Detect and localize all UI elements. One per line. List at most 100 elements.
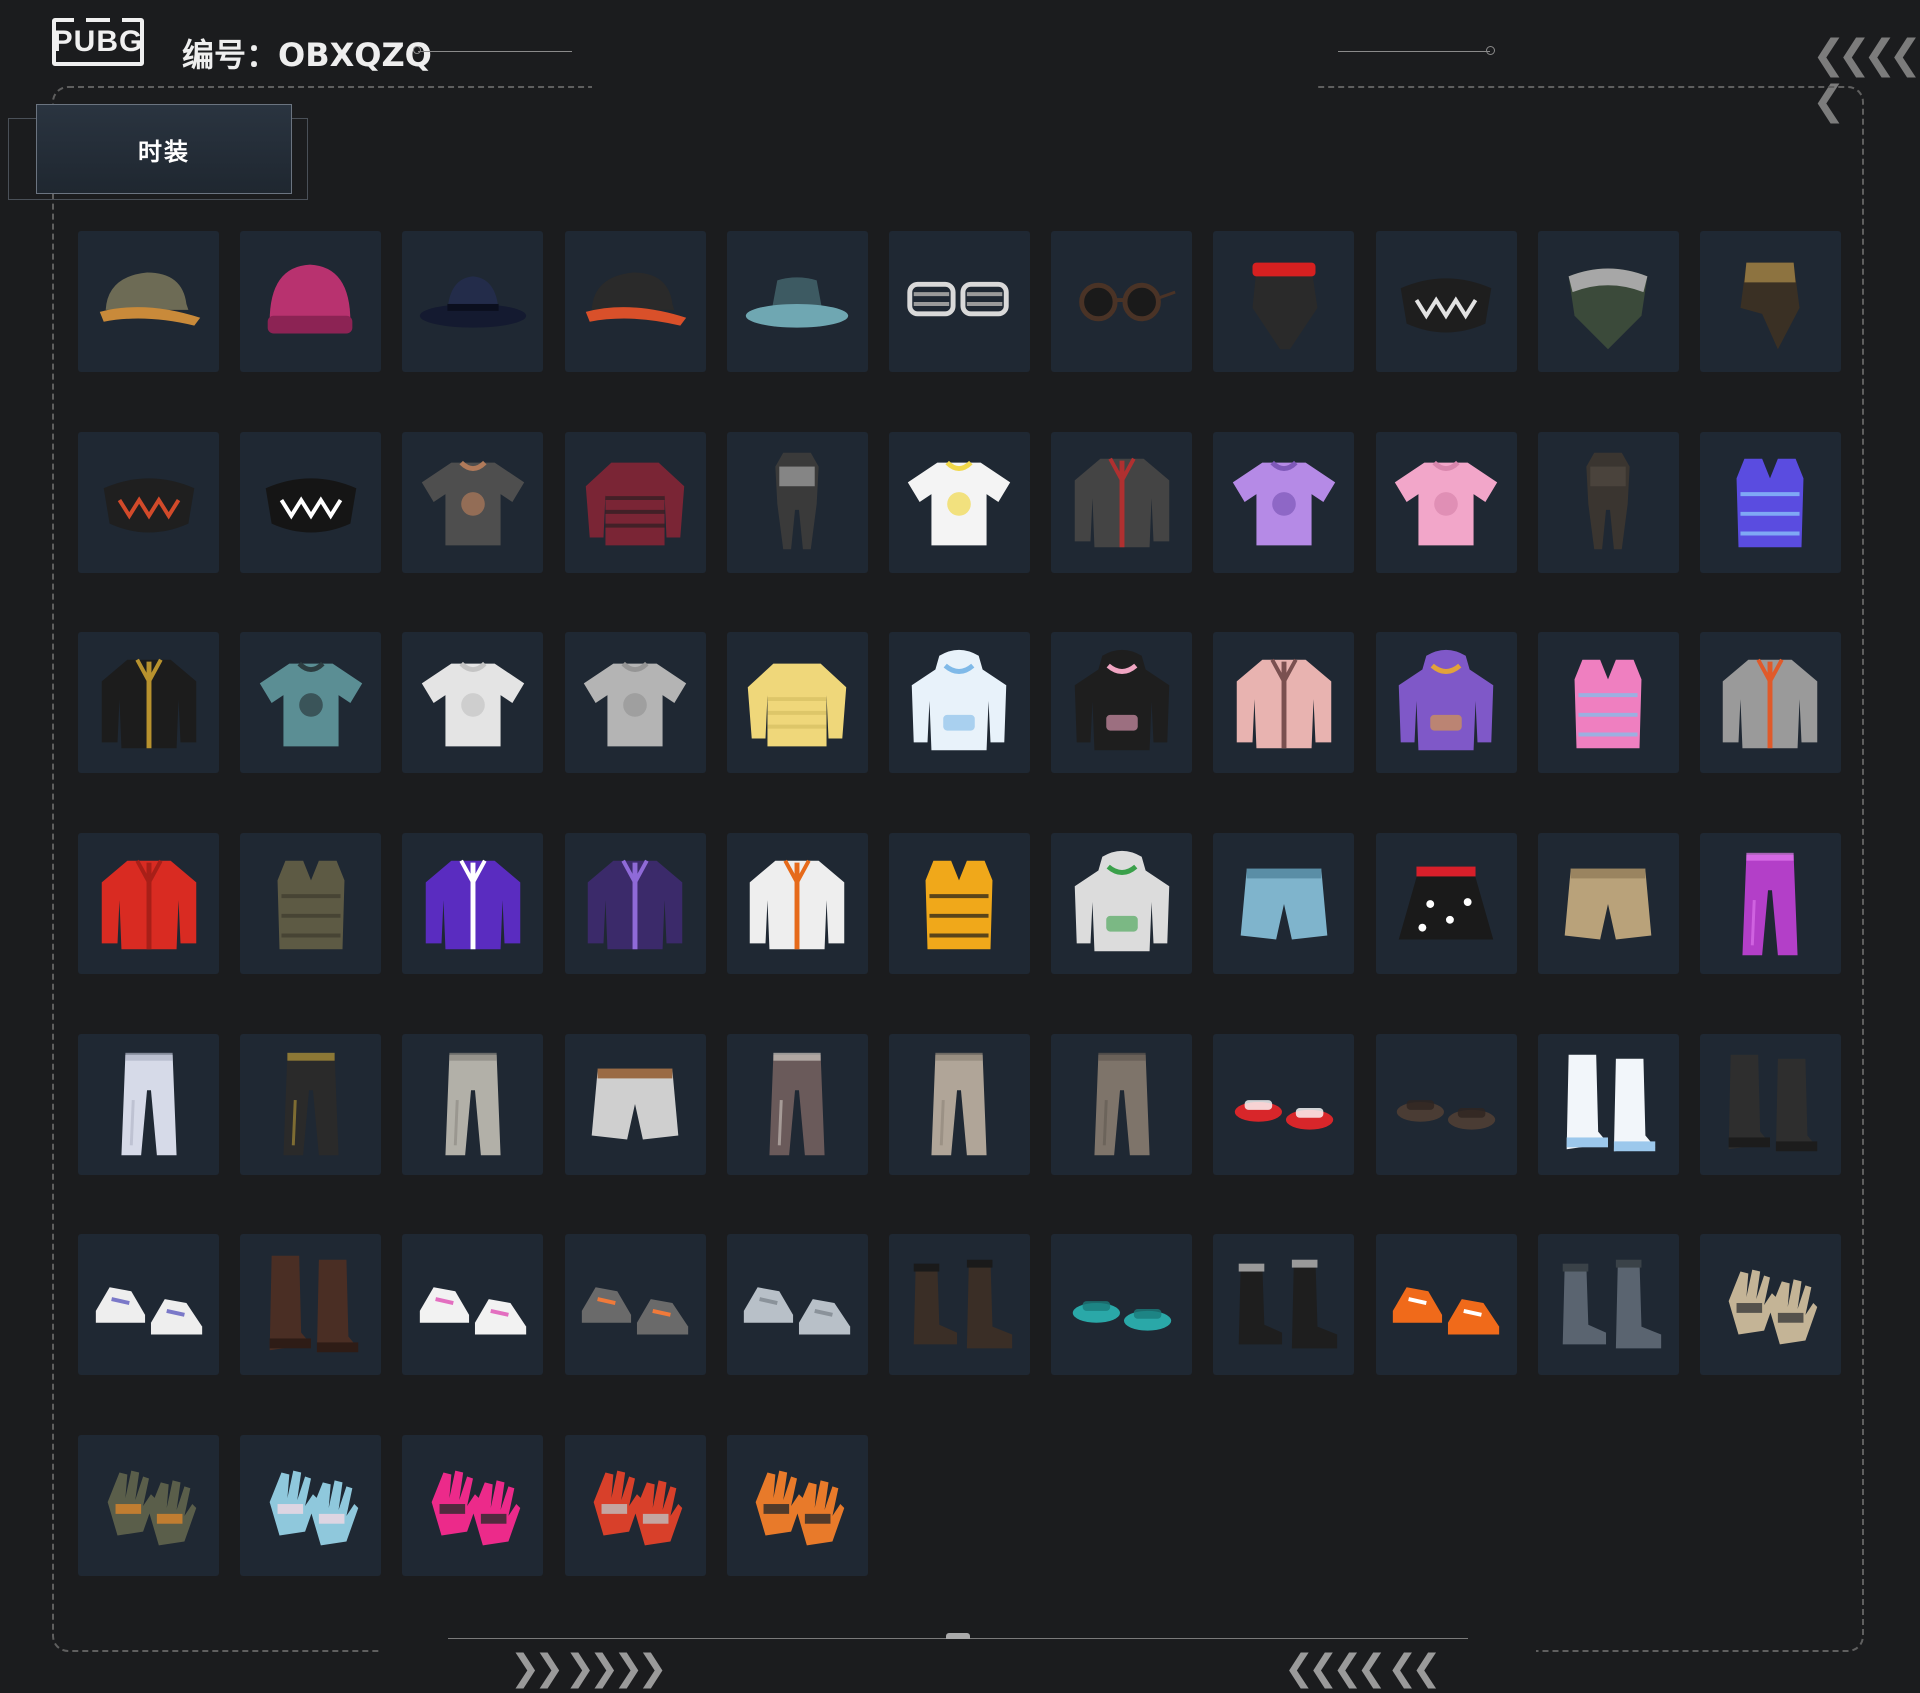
item-tile[interactable]: [240, 1234, 382, 1376]
purple-puffer-vest-icon: [1736, 458, 1804, 548]
item-tile[interactable]: [1537, 632, 1679, 774]
tab-fashion[interactable]: 时装: [36, 104, 292, 194]
item-tile[interactable]: [240, 431, 382, 573]
item-tile[interactable]: [1051, 431, 1193, 573]
item-tile[interactable]: [888, 1033, 1030, 1175]
item-tile[interactable]: [564, 833, 706, 975]
black-face-mask-icon: [103, 478, 194, 533]
item-tile[interactable]: [726, 632, 868, 774]
polka-dot-skirt-icon: [1398, 866, 1494, 939]
item-tile[interactable]: [726, 1234, 868, 1376]
fur-trim-boots-icon: [1238, 1259, 1337, 1349]
white-fur-boots-icon: [1566, 1055, 1656, 1152]
item-tile[interactable]: [1375, 1033, 1517, 1175]
item-tile[interactable]: [78, 1234, 219, 1376]
item-tile[interactable]: [1537, 231, 1679, 372]
item-tile[interactable]: [726, 231, 868, 372]
grey-orange-sneakers-icon: [581, 1287, 689, 1335]
item-tile[interactable]: [726, 431, 868, 573]
item-tile[interactable]: [1375, 632, 1517, 774]
item-tile[interactable]: [564, 231, 706, 372]
item-tile[interactable]: [1213, 231, 1355, 372]
purple-tshirt-icon: [1232, 460, 1335, 546]
item-tile[interactable]: [240, 1435, 382, 1577]
item-tile[interactable]: [1699, 431, 1841, 573]
orange-tactical-gloves-icon: [755, 1470, 845, 1545]
pubg-logo: PUBG: [52, 18, 144, 66]
item-tile[interactable]: [78, 833, 219, 975]
brown-pants-icon: [1094, 1053, 1150, 1156]
item-tile[interactable]: [402, 1435, 544, 1577]
item-tile[interactable]: [1537, 431, 1679, 573]
khaki-shorts-icon: [1564, 868, 1652, 939]
item-tile[interactable]: [726, 833, 868, 975]
item-tile[interactable]: [78, 431, 219, 573]
item-tile[interactable]: [1051, 833, 1193, 975]
item-tile[interactable]: [1213, 632, 1355, 774]
item-tile[interactable]: [888, 431, 1030, 573]
item-tile[interactable]: [564, 431, 706, 573]
item-tile[interactable]: [1213, 431, 1355, 573]
item-tile[interactable]: [1699, 833, 1841, 975]
item-tile[interactable]: [1051, 1033, 1193, 1175]
item-tile[interactable]: [240, 1033, 382, 1175]
combat-boots-icon: [914, 1259, 1013, 1349]
item-tile[interactable]: [402, 1033, 544, 1175]
item-tile[interactable]: [1537, 1234, 1679, 1376]
item-tile[interactable]: [1051, 632, 1193, 774]
tactical-vest-icon: [277, 860, 345, 949]
item-tile[interactable]: [1051, 1234, 1193, 1376]
item-tile[interactable]: [888, 833, 1030, 975]
item-tile[interactable]: [564, 1234, 706, 1376]
item-tile[interactable]: [402, 431, 544, 573]
black-pants-icon: [283, 1053, 339, 1156]
item-tile[interactable]: [1699, 231, 1841, 372]
item-tile[interactable]: [402, 231, 544, 372]
item-tile[interactable]: [1537, 833, 1679, 975]
paw-slippers-icon: [1396, 1100, 1496, 1130]
item-tile[interactable]: [240, 231, 382, 372]
green-leaf-hoodie-icon: [1074, 850, 1169, 951]
item-tile[interactable]: [78, 1033, 219, 1175]
item-tile[interactable]: [1699, 1234, 1841, 1376]
item-tile[interactable]: [1375, 1234, 1517, 1376]
item-tile[interactable]: [726, 1435, 868, 1577]
item-tile[interactable]: [564, 1033, 706, 1175]
item-tile[interactable]: [564, 632, 706, 774]
item-tile[interactable]: [1375, 231, 1517, 372]
item-grid: [78, 231, 1841, 1577]
bucket-hat-icon: [746, 276, 849, 328]
item-tile[interactable]: [1375, 833, 1517, 975]
white-shorts-icon: [591, 1068, 679, 1140]
item-tile[interactable]: [1213, 1234, 1355, 1376]
item-tile[interactable]: [1051, 231, 1193, 372]
item-tile[interactable]: [888, 1234, 1030, 1376]
item-tile[interactable]: [78, 1435, 219, 1577]
item-tile[interactable]: [888, 632, 1030, 774]
header-line-dot-right: [1486, 46, 1495, 55]
item-tile[interactable]: [78, 632, 219, 774]
item-tile[interactable]: [402, 833, 544, 975]
item-tile[interactable]: [726, 1033, 868, 1175]
logo-text: PUBG: [52, 25, 144, 58]
item-tile[interactable]: [1213, 833, 1355, 975]
item-tile[interactable]: [564, 1435, 706, 1577]
item-tile[interactable]: [888, 231, 1030, 372]
pink-tshirt-icon: [1394, 460, 1498, 546]
item-tile[interactable]: [1699, 1033, 1841, 1175]
red-crop-jacket-icon: [101, 859, 196, 949]
orange-high-tops-icon: [1392, 1287, 1500, 1335]
item-tile[interactable]: [1213, 1033, 1355, 1175]
item-tile[interactable]: [1375, 431, 1517, 573]
item-tile[interactable]: [240, 833, 382, 975]
frame-gap-top: [592, 80, 1316, 92]
red-visor-mask-icon: [1252, 262, 1318, 349]
item-tile[interactable]: [240, 632, 382, 774]
teal-clogs-icon: [1072, 1301, 1171, 1331]
item-tile[interactable]: [1699, 632, 1841, 774]
item-tile[interactable]: [402, 632, 544, 774]
item-tile[interactable]: [78, 231, 219, 372]
item-tile[interactable]: [402, 1234, 544, 1376]
bottom-notch: [946, 1633, 970, 1639]
item-tile[interactable]: [1537, 1033, 1679, 1175]
